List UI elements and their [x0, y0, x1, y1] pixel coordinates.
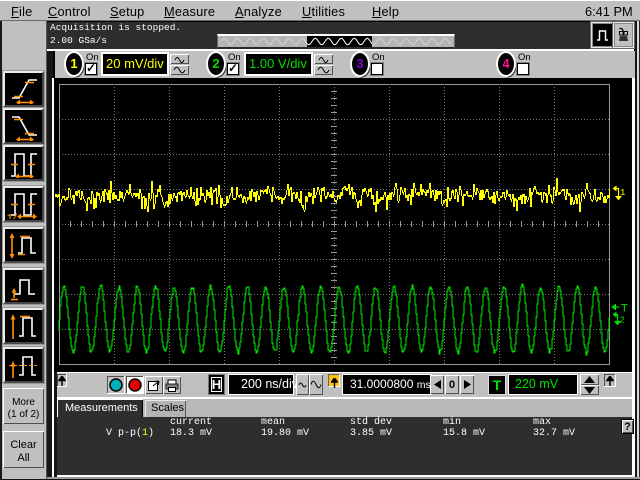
svg-text:2: 2	[620, 316, 625, 326]
svg-text:1: 1	[620, 188, 625, 198]
svg-text:T: T	[621, 303, 628, 315]
